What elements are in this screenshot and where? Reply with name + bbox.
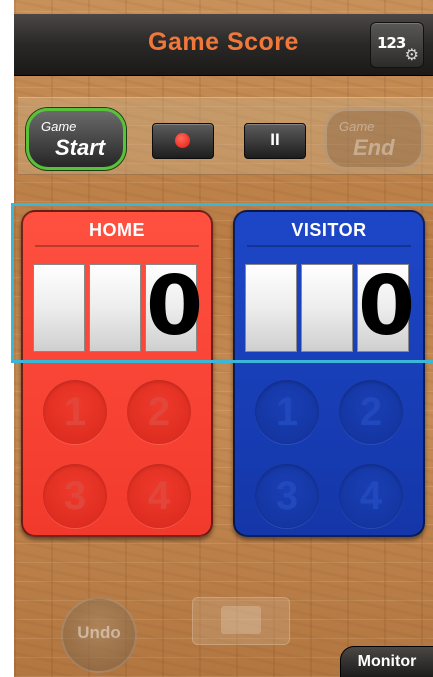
game-start-label: Start [55,135,106,160]
game-start-button[interactable]: Game Start [26,108,126,170]
visitor-add-2-button[interactable]: 2 [339,380,403,444]
home-score-digit-hundreds [33,264,85,352]
visitor-score-digit-tens [301,264,353,352]
visitor-add-4-button[interactable]: 4 [339,464,403,528]
visitor-add-3-button[interactable]: 3 [255,464,319,528]
home-add-1-button[interactable]: 1 [43,380,107,444]
monitor-button[interactable]: Monitor [340,646,433,677]
visitor-score-display: 0 [245,259,416,354]
scoreboard-toggle-button[interactable] [192,597,290,645]
pause-button[interactable]: II [244,123,306,159]
visitor-divider [247,245,411,247]
settings-digits: 123 [377,34,406,52]
app-screen: Game Score 123 ⚙ Game Start II Game End … [14,0,433,677]
home-add-4-button[interactable]: 4 [127,464,191,528]
record-dot-icon [175,133,190,148]
home-label: HOME [89,220,145,240]
game-start-small-label: Game [41,119,77,134]
home-panel: HOME 0 1 2 3 4 [21,210,213,537]
gear-icon: ⚙ [404,47,419,64]
record-button[interactable] [152,123,214,159]
visitor-point-buttons: 1 2 3 4 [255,380,403,528]
visitor-panel: VISITOR 0 1 2 3 4 [233,210,425,537]
control-bar: Game Start II Game End [18,97,433,175]
pause-icon: II [270,130,280,149]
visitor-add-1-button[interactable]: 1 [255,380,319,444]
settings-button[interactable]: 123 ⚙ [370,22,424,68]
game-end-button[interactable]: Game End [324,108,424,170]
visitor-score-digit-hundreds [245,264,297,352]
home-add-3-button[interactable]: 3 [43,464,107,528]
home-score-digit-ones: 0 [145,259,204,354]
undo-label: Undo [77,623,121,642]
undo-button[interactable]: Undo [61,597,137,673]
title-bar: Game Score 123 ⚙ [14,14,433,76]
visitor-score-digit-ones: 0 [357,259,416,354]
game-end-label: End [353,135,395,160]
home-add-2-button[interactable]: 2 [127,380,191,444]
home-score-digit-tens [89,264,141,352]
game-end-small-label: Game [339,119,375,134]
home-point-buttons: 1 2 3 4 [43,380,191,528]
visitor-label: VISITOR [291,220,367,240]
monitor-label: Monitor [357,653,417,670]
home-divider [35,245,199,247]
scoreboard-icon [221,606,261,634]
home-score-display: 0 [33,259,204,354]
